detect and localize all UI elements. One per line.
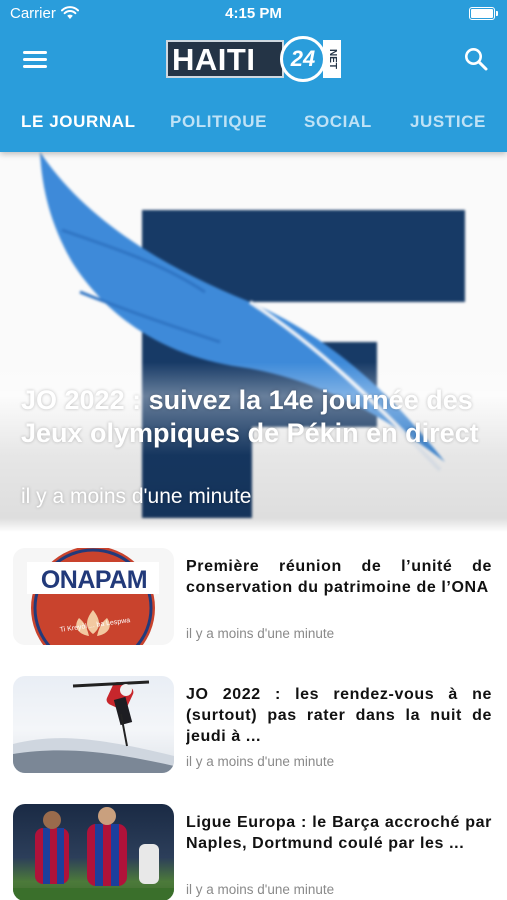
battery-icon — [469, 7, 498, 20]
logo-number: 24 — [280, 36, 326, 82]
hamburger-line-icon — [23, 65, 47, 68]
article-timestamp: il y a moins d'une minute — [186, 626, 335, 641]
status-time: 4:15 PM — [225, 5, 282, 22]
ski-photo-image — [13, 680, 174, 773]
article-timestamp: il y a moins d'une minute — [186, 754, 335, 769]
status-bar: Carrier 4:15 PM — [0, 0, 507, 30]
menu-button[interactable] — [23, 51, 47, 69]
category-tabs: LE JOURNAL POLITIQUE SOCIAL JUSTICE — [0, 100, 507, 144]
list-item[interactable]: ONAPAM Ti Kreyòl ... ba Lespwa Première … — [0, 548, 507, 658]
thumbnail-logo-text: ONAPAM — [40, 566, 148, 594]
hero-timestamp: il y a moins d'une minute — [21, 485, 252, 508]
tab-le-journal[interactable]: LE JOURNAL — [21, 112, 136, 132]
tab-social[interactable]: SOCIAL — [304, 112, 372, 132]
football-photo-image — [13, 807, 174, 900]
logo-suffix: NET — [323, 40, 341, 78]
hamburger-line-icon — [23, 51, 47, 54]
article-title[interactable]: Première réunion de l’unité de conservat… — [186, 556, 492, 619]
article-title[interactable]: JO 2022 : les rendez-vous à ne (surtout)… — [186, 684, 492, 747]
list-item[interactable]: Ligue Europa : le Barça accroché par Nap… — [0, 804, 507, 900]
article-timestamp: il y a moins d'une minute — [186, 882, 335, 897]
article-thumbnail — [13, 676, 174, 773]
article-thumbnail: ONAPAM Ti Kreyòl ... ba Lespwa — [13, 548, 174, 645]
article-title[interactable]: Ligue Europa : le Barça accroché par Nap… — [186, 812, 492, 875]
app-logo: HAITI 24 NET — [166, 36, 342, 84]
list-item[interactable]: JO 2022 : les rendez-vous à ne (surtout)… — [0, 676, 507, 786]
tab-justice[interactable]: JUSTICE — [410, 112, 486, 132]
tab-politique[interactable]: POLITIQUE — [170, 112, 267, 132]
logo-brand: HAITI — [166, 40, 284, 78]
hamburger-line-icon — [23, 58, 47, 61]
hero-edge — [0, 518, 507, 532]
app-header: Carrier 4:15 PM HAITI 24 NET LE JOURNAL … — [0, 0, 507, 152]
article-thumbnail — [13, 804, 174, 900]
hero-title[interactable]: JO 2022 : suivez la 14e journée des Jeux… — [21, 384, 501, 450]
hero-article[interactable]: JO 2022 : suivez la 14e journée des Jeux… — [0, 152, 507, 532]
search-icon[interactable] — [463, 46, 489, 72]
